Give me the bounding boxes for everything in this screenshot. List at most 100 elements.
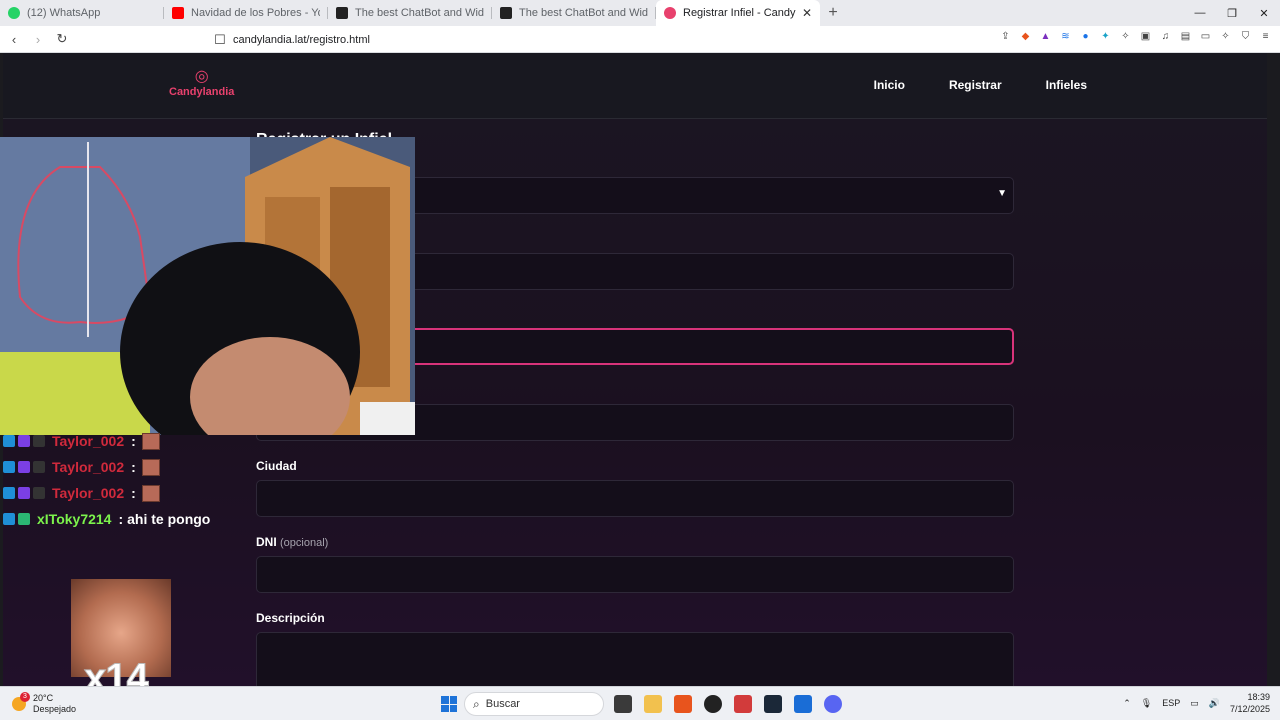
dni-input[interactable] (256, 556, 1014, 593)
chatbot-icon (336, 7, 348, 19)
weather-temp: 20°C (33, 693, 54, 703)
tab-chatbot-1[interactable]: The best ChatBot and Widgets for Ki (328, 0, 492, 26)
weather-widget[interactable]: 20°C Despejado (12, 692, 76, 715)
language-indicator[interactable]: ESP (1162, 698, 1180, 708)
network-icon[interactable]: ▭ (1190, 698, 1199, 709)
extensions-bar: ⇪ ◆ ▲ ≋ ● ✦ ✧ ▣ ♫ ▤ ▭ ✧ ⛉ ≡ (999, 30, 1272, 43)
restore-button[interactable]: ❐ (1216, 0, 1248, 26)
taskbar-search[interactable]: ⌕ Buscar (464, 692, 604, 716)
chat-username: xIToky7214 (37, 511, 112, 527)
brave-icon[interactable] (674, 695, 692, 713)
descripcion-textarea[interactable] (256, 632, 1014, 686)
address-bar[interactable]: ☐ candylandia.lat/registro.html (206, 28, 950, 51)
clock-date: 7/12/2025 (1229, 704, 1270, 714)
discord-icon[interactable] (824, 695, 842, 713)
minimize-button[interactable]: — (1184, 0, 1216, 26)
taskbar-apps (614, 695, 842, 713)
screenshot-icon[interactable]: ▣ (1139, 30, 1152, 43)
back-icon[interactable]: ‹ (4, 29, 24, 49)
new-tab-button[interactable]: + (820, 0, 846, 26)
forward-icon[interactable]: › (28, 29, 48, 49)
tab-whatsapp[interactable]: (12) WhatsApp (0, 0, 164, 26)
windows-logo-icon (449, 696, 457, 704)
close-tab-icon[interactable]: ✕ (802, 6, 812, 20)
menu-icon[interactable]: ≡ (1259, 30, 1272, 43)
search-placeholder: Buscar (485, 698, 520, 710)
badge-icon (18, 435, 30, 447)
obs-icon[interactable] (704, 695, 722, 713)
leo-icon[interactable]: ✧ (1219, 30, 1232, 43)
chevron-up-icon[interactable]: ⌃ (1123, 698, 1131, 709)
ciudad-label: Ciudad (256, 459, 297, 473)
translate-icon[interactable]: ≋ (1059, 30, 1072, 43)
windows-taskbar: 20°C Despejado ⌕ Buscar ⌃ 🎙 ESP ▭ 🔊 18:3… (0, 686, 1280, 720)
brave-shield-icon[interactable]: ◆ (1019, 30, 1032, 43)
ciudad-input[interactable] (256, 480, 1014, 517)
chat-separator: : (131, 485, 136, 501)
close-window-button[interactable]: ✕ (1248, 0, 1280, 26)
puzzle-icon[interactable]: ✧ (1119, 30, 1132, 43)
music-icon[interactable]: ♫ (1159, 30, 1172, 43)
dni-label-text: DNI (256, 535, 277, 549)
wallet-icon[interactable]: ▭ (1199, 30, 1212, 43)
app-icon[interactable] (734, 695, 752, 713)
tab-youtube[interactable]: Navidad de los Pobres - YouTube (164, 0, 328, 26)
chat-message: xIToky7214 : ahi te pongo (3, 506, 210, 532)
volume-icon[interactable]: 🔊 (1209, 698, 1220, 709)
nav-inicio[interactable]: Inicio (874, 78, 905, 92)
badge-icon (18, 461, 30, 473)
steam-icon[interactable] (764, 695, 782, 713)
tab-title: The best ChatBot and Widgets for Ki (355, 7, 484, 19)
vpn-icon[interactable]: ⛉ (1239, 30, 1252, 43)
bookmark-icon[interactable]: ☐ (210, 30, 230, 50)
microphone-icon[interactable]: 🎙 (1141, 698, 1152, 709)
badge-icon (3, 435, 15, 447)
emote-icon (141, 484, 160, 502)
tab-title: Navidad de los Pobres - YouTube (191, 7, 320, 19)
whatsapp-icon (8, 7, 20, 19)
badge-icon (3, 461, 15, 473)
nav-infieles[interactable]: Infieles (1046, 78, 1087, 92)
weather-text: 20°C Despejado (33, 693, 76, 715)
nav-registrar[interactable]: Registrar (949, 78, 1002, 92)
site-nav: Inicio Registrar Infieles (874, 78, 1087, 92)
tab-candylandia[interactable]: Registrar Infiel - Candylandia ✕ (656, 0, 820, 26)
file-explorer-icon[interactable] (644, 695, 662, 713)
window-controls: — ❐ ✕ (1184, 0, 1280, 26)
stream-chat: Taylor_002 : Taylor_002 : Taylor_002 : x… (3, 428, 210, 532)
reload-icon[interactable]: ↻ (52, 29, 72, 49)
chatbot-icon (500, 7, 512, 19)
search-icon: ⌕ (473, 696, 480, 711)
clock[interactable]: 18:39 7/12/2025 (1230, 691, 1270, 715)
dni-label: DNI (opcional) (256, 535, 328, 549)
task-view-icon[interactable] (614, 695, 632, 713)
sidebar-icon[interactable]: ▤ (1179, 30, 1192, 43)
emote-icon (141, 432, 160, 450)
browser-toolbar: ‹ › ↻ ☐ candylandia.lat/registro.html ⇪ … (0, 26, 1280, 53)
weather-desc: Despejado (33, 704, 77, 714)
emote-icon (141, 458, 160, 476)
chat-separator: : (131, 459, 136, 475)
app-icon[interactable] (794, 695, 812, 713)
site-logo[interactable]: ◎ Candylandia (169, 68, 234, 98)
tab-title: Registrar Infiel - Candylandia (683, 7, 796, 19)
candy-icon (664, 7, 676, 19)
share-icon[interactable]: ⇪ (999, 30, 1012, 43)
chat-username: Taylor_002 (52, 459, 125, 475)
extension-icon[interactable]: ✦ (1099, 30, 1112, 43)
url-text: candylandia.lat/registro.html (233, 33, 370, 46)
webcam-overlay (0, 137, 415, 435)
start-button[interactable] (441, 696, 457, 712)
windows-logo-icon (449, 704, 457, 712)
chat-message: Taylor_002 : (3, 480, 210, 506)
windows-logo-icon (441, 704, 449, 712)
chat-text: ahi te pongo (127, 511, 211, 527)
badge-icon (3, 487, 15, 499)
badge-icon (18, 513, 30, 525)
clock-time: 18:39 (1247, 692, 1270, 702)
chat-username: Taylor_002 (52, 485, 125, 501)
brave-rewards-icon[interactable]: ▲ (1039, 30, 1052, 43)
weather-icon (12, 692, 30, 711)
tab-chatbot-2[interactable]: The best ChatBot and Widgets fo (492, 0, 656, 26)
extension-icon[interactable]: ● (1079, 30, 1092, 43)
